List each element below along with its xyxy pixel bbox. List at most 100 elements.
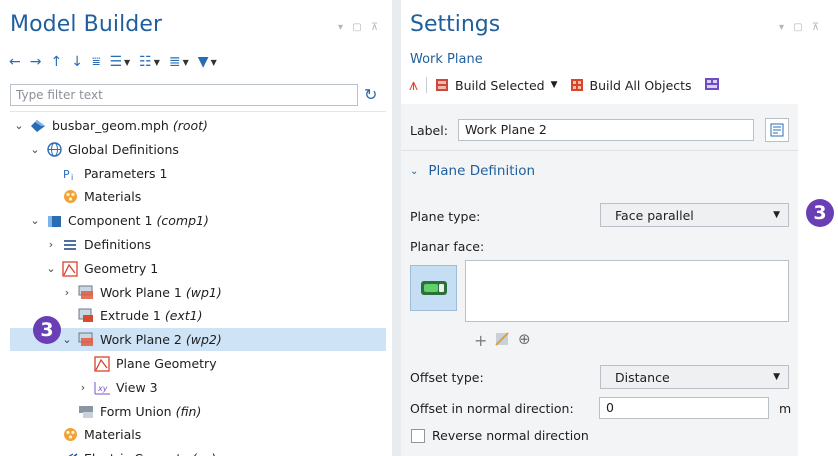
rename-button[interactable] — [765, 118, 789, 142]
tree-item-tag: (ec) — [192, 451, 216, 456]
chevron-down-icon[interactable]: ⌄ — [44, 262, 58, 275]
svg-text:xy: xy — [97, 384, 108, 393]
refresh-icon[interactable]: ↻ — [364, 85, 377, 104]
chevron-down-icon: ⌄ — [410, 165, 419, 177]
label-caption: Label: — [410, 123, 448, 138]
tree-item-tag: (fin) — [175, 404, 202, 419]
move-down-icon[interactable]: ↓ — [71, 52, 83, 72]
materials-icon — [61, 427, 79, 443]
clear-selection-icon[interactable] — [495, 332, 509, 349]
forward-arrow-icon[interactable]: → — [30, 52, 42, 72]
build-all-button[interactable]: Build All Objects — [570, 78, 692, 93]
filter-input[interactable] — [10, 84, 358, 106]
panel-splitter[interactable] — [392, 0, 401, 456]
offset-normal-caption: Offset in normal direction: — [410, 401, 574, 416]
plane-type-select[interactable]: Face parallel ▼ — [600, 203, 789, 227]
materials-icon — [61, 189, 79, 205]
offset-unit: m — [779, 401, 792, 416]
chevron-down-icon: ▼ — [550, 80, 558, 90]
component-icon — [45, 213, 63, 229]
pin-filter-icon[interactable]: ▼ ▼ — [198, 52, 217, 72]
build-preferences-icon[interactable] — [704, 77, 720, 94]
active-selection-toggle[interactable] — [410, 265, 457, 311]
tree-item[interactable]: Form Union (fin) — [10, 400, 386, 423]
definitions-icon — [61, 237, 79, 253]
step-badge: 3 — [33, 316, 61, 344]
offset-type-caption: Offset type: — [410, 370, 484, 385]
svg-text:P: P — [63, 168, 70, 181]
parameters-icon: Pi — [61, 166, 79, 182]
view-icon: xy — [93, 380, 111, 396]
window-controls[interactable]: ▾ ▢ ⊼ — [338, 22, 381, 33]
planar-face-list[interactable] — [465, 260, 789, 322]
work-plane-icon[interactable]: ⩚ — [409, 75, 418, 95]
tree-item-tag: (wp1) — [185, 285, 222, 300]
tree-item[interactable]: › Definitions — [10, 233, 386, 256]
chevron-down-icon[interactable]: ⌄ — [28, 214, 42, 227]
tree-item[interactable]: ⌄ Geometry 1 — [10, 257, 386, 280]
add-icon[interactable]: + — [474, 331, 487, 350]
extrude-icon — [77, 308, 95, 324]
tree-item-label: Form Union — [100, 404, 172, 419]
tree-item[interactable]: Materials — [10, 423, 386, 446]
chevron-down-icon[interactable]: ⌄ — [60, 333, 74, 346]
build-selected-button[interactable]: Build Selected ▼ — [435, 78, 558, 93]
tree-item[interactable]: › Electric Currents (ec) — [10, 447, 386, 456]
tree-item-tag: (ext1) — [164, 308, 203, 323]
chevron-down-icon: ▼ — [773, 372, 780, 382]
tree-item[interactable]: › Work Plane 1 (wp1) — [10, 281, 386, 304]
tree-item[interactable]: Materials — [10, 185, 386, 208]
tree-item-label: Geometry 1 — [84, 261, 159, 276]
chevron-right-icon[interactable]: › — [60, 286, 74, 299]
label-field[interactable]: Work Plane 2 — [458, 119, 754, 141]
node-type-subtitle: Work Plane — [410, 52, 483, 67]
plane-geometry-icon — [93, 355, 111, 372]
offset-type-select[interactable]: Distance ▼ — [600, 365, 789, 389]
tree-item[interactable]: › xy View 3 — [10, 376, 386, 399]
offset-normal-field[interactable]: 0 — [599, 397, 769, 419]
tree-item[interactable]: ⌄ Global Definitions — [10, 138, 386, 161]
collapse-sections-icon[interactable]: ☷ ▼ — [139, 52, 160, 72]
tree-item[interactable]: ⌄ Work Plane 2 (wp2) — [10, 328, 386, 351]
settings-panel: Settings ▾ ▢ ⊼ Work Plane ⩚ Build Select… — [401, 0, 838, 456]
zoom-to-selection-icon[interactable]: ⊕ — [518, 330, 531, 348]
tree-item-label: View 3 — [116, 380, 158, 395]
svg-text:i: i — [71, 173, 73, 181]
tree-item-tag: (root) — [172, 118, 208, 133]
tree-item-label: Parameters 1 — [84, 166, 168, 181]
chevron-down-icon: ▼ — [773, 210, 780, 220]
tree-item[interactable]: Extrude 1 (ext1) — [10, 304, 386, 327]
model-builder-panel: Model Builder ▾ ▢ ⊼ ← → ↑ ↓ ⩸ ☰ ▼ ☷ ▼ ≣ ▼ ▼… — [0, 0, 392, 456]
plane-definition-header[interactable]: ⌄ Plane Definition — [410, 163, 535, 179]
electric-currents-icon — [61, 451, 79, 456]
move-up-icon[interactable]: ↑ — [50, 52, 62, 72]
reverse-normal-checkbox[interactable] — [411, 429, 425, 443]
work-plane-icon — [77, 285, 95, 301]
selection-toggle-icon — [420, 281, 447, 295]
reverse-normal-caption: Reverse normal direction — [432, 428, 589, 443]
tree-item-label: Definitions — [84, 237, 152, 252]
window-controls[interactable]: ▾ ▢ ⊼ — [779, 22, 822, 33]
model-tree: ⌄ busbar_geom.mph (root) ⌄ Global Definition… — [10, 111, 386, 456]
settings-toolbar: ⩚ Build Selected ▼ Build All Objects — [409, 74, 720, 96]
panel-title: Model Builder — [10, 12, 163, 37]
show-more-icon[interactable]: ⩸ — [92, 52, 101, 72]
tree-item-label: Materials — [84, 427, 142, 442]
back-arrow-icon[interactable]: ← — [9, 52, 21, 72]
tree-item[interactable]: ⌄ Component 1 (comp1) — [10, 209, 386, 232]
tree-item-label: Plane Geometry — [116, 356, 217, 371]
chevron-right-icon[interactable]: › — [44, 238, 58, 251]
settings-form: Label: Work Plane 2 ⌄ Plane Definition P… — [401, 104, 798, 456]
chevron-down-icon[interactable]: ⌄ — [28, 143, 42, 156]
expand-sections-icon[interactable]: ☰ ▼ — [109, 52, 130, 72]
list-options-icon[interactable]: ≣ ▼ — [169, 52, 189, 72]
model-builder-toolbar: ← → ↑ ↓ ⩸ ☰ ▼ ☷ ▼ ≣ ▼ ▼ ▼ — [9, 52, 226, 72]
tree-item[interactable]: Pi Parameters 1 — [10, 162, 386, 185]
tree-item[interactable]: Plane Geometry — [10, 352, 386, 375]
chevron-right-icon[interactable]: › — [44, 452, 58, 456]
geometry-icon — [61, 260, 79, 277]
chevron-down-icon[interactable]: ⌄ — [12, 119, 26, 132]
model-file-icon — [29, 118, 47, 134]
tree-item[interactable]: ⌄ busbar_geom.mph (root) — [10, 114, 386, 137]
chevron-right-icon[interactable]: › — [76, 381, 90, 394]
